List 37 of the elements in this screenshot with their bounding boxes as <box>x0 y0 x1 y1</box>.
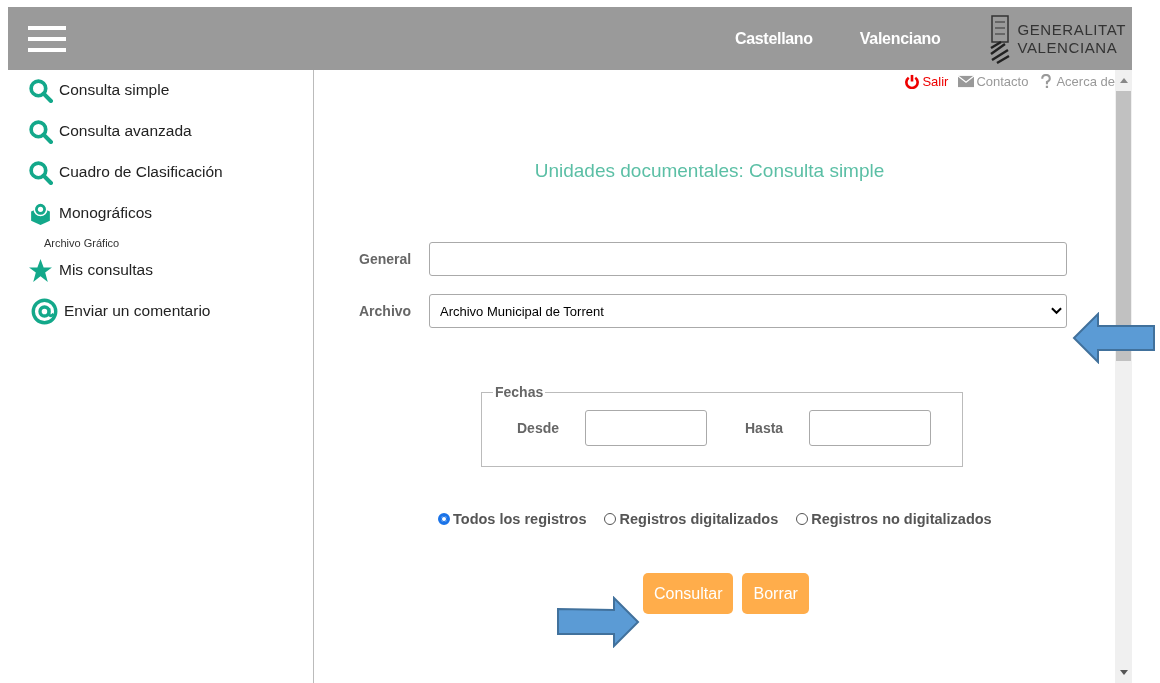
sidebar-link[interactable]: Mis consultas <box>59 261 153 279</box>
sidebar-link[interactable]: Cuadro de Clasificación <box>59 163 223 181</box>
scrollbar[interactable] <box>1115 70 1132 683</box>
box-icon <box>28 200 53 226</box>
field-label: Hasta <box>745 420 785 436</box>
field-label: Archivo <box>359 303 413 319</box>
archive-dropdown[interactable]: Archivo Municipal de Torrent <box>429 294 1067 328</box>
star-icon <box>28 257 53 283</box>
sidebar-link[interactable]: Enviar un comentario <box>64 302 211 320</box>
menu-icon[interactable] <box>28 25 66 52</box>
radio-option[interactable]: Todos los registros <box>438 511 587 527</box>
at-sign-icon <box>31 297 58 325</box>
field-label: General <box>359 251 413 267</box>
radio-option[interactable]: Registros digitalizados <box>604 511 779 527</box>
scroll-down-icon[interactable] <box>1119 670 1128 675</box>
sidebar-caption: Archivo Gráfico <box>44 237 121 251</box>
sidebar-link[interactable]: Consulta simple <box>59 81 170 99</box>
mail-icon <box>958 73 975 89</box>
field-label: Desde <box>517 420 561 436</box>
logo-text: GENERALITAT <box>1017 20 1126 39</box>
sidebar-link[interactable]: Monográficos <box>59 204 153 222</box>
page-title: Unidades documentales: Consulta simple <box>533 160 886 182</box>
chevron-down-icon <box>1051 307 1062 315</box>
search-icon <box>28 118 53 144</box>
sidebar-link[interactable]: Consulta avanzada <box>59 122 192 140</box>
emblem-icon <box>989 12 1012 65</box>
search-icon <box>28 77 53 103</box>
fieldset-legend: Fechas <box>493 384 546 400</box>
date-field[interactable] <box>585 410 707 446</box>
date-field[interactable] <box>809 410 931 446</box>
power-icon <box>904 73 921 89</box>
search-icon <box>28 159 53 185</box>
scroll-up-icon[interactable] <box>1119 78 1128 83</box>
top-link[interactable]: Salir <box>904 73 949 89</box>
radio-option[interactable]: Registros no digitalizados <box>796 511 992 527</box>
logo-text: VALENCIANA <box>1017 38 1119 57</box>
input-field[interactable] <box>429 242 1067 276</box>
